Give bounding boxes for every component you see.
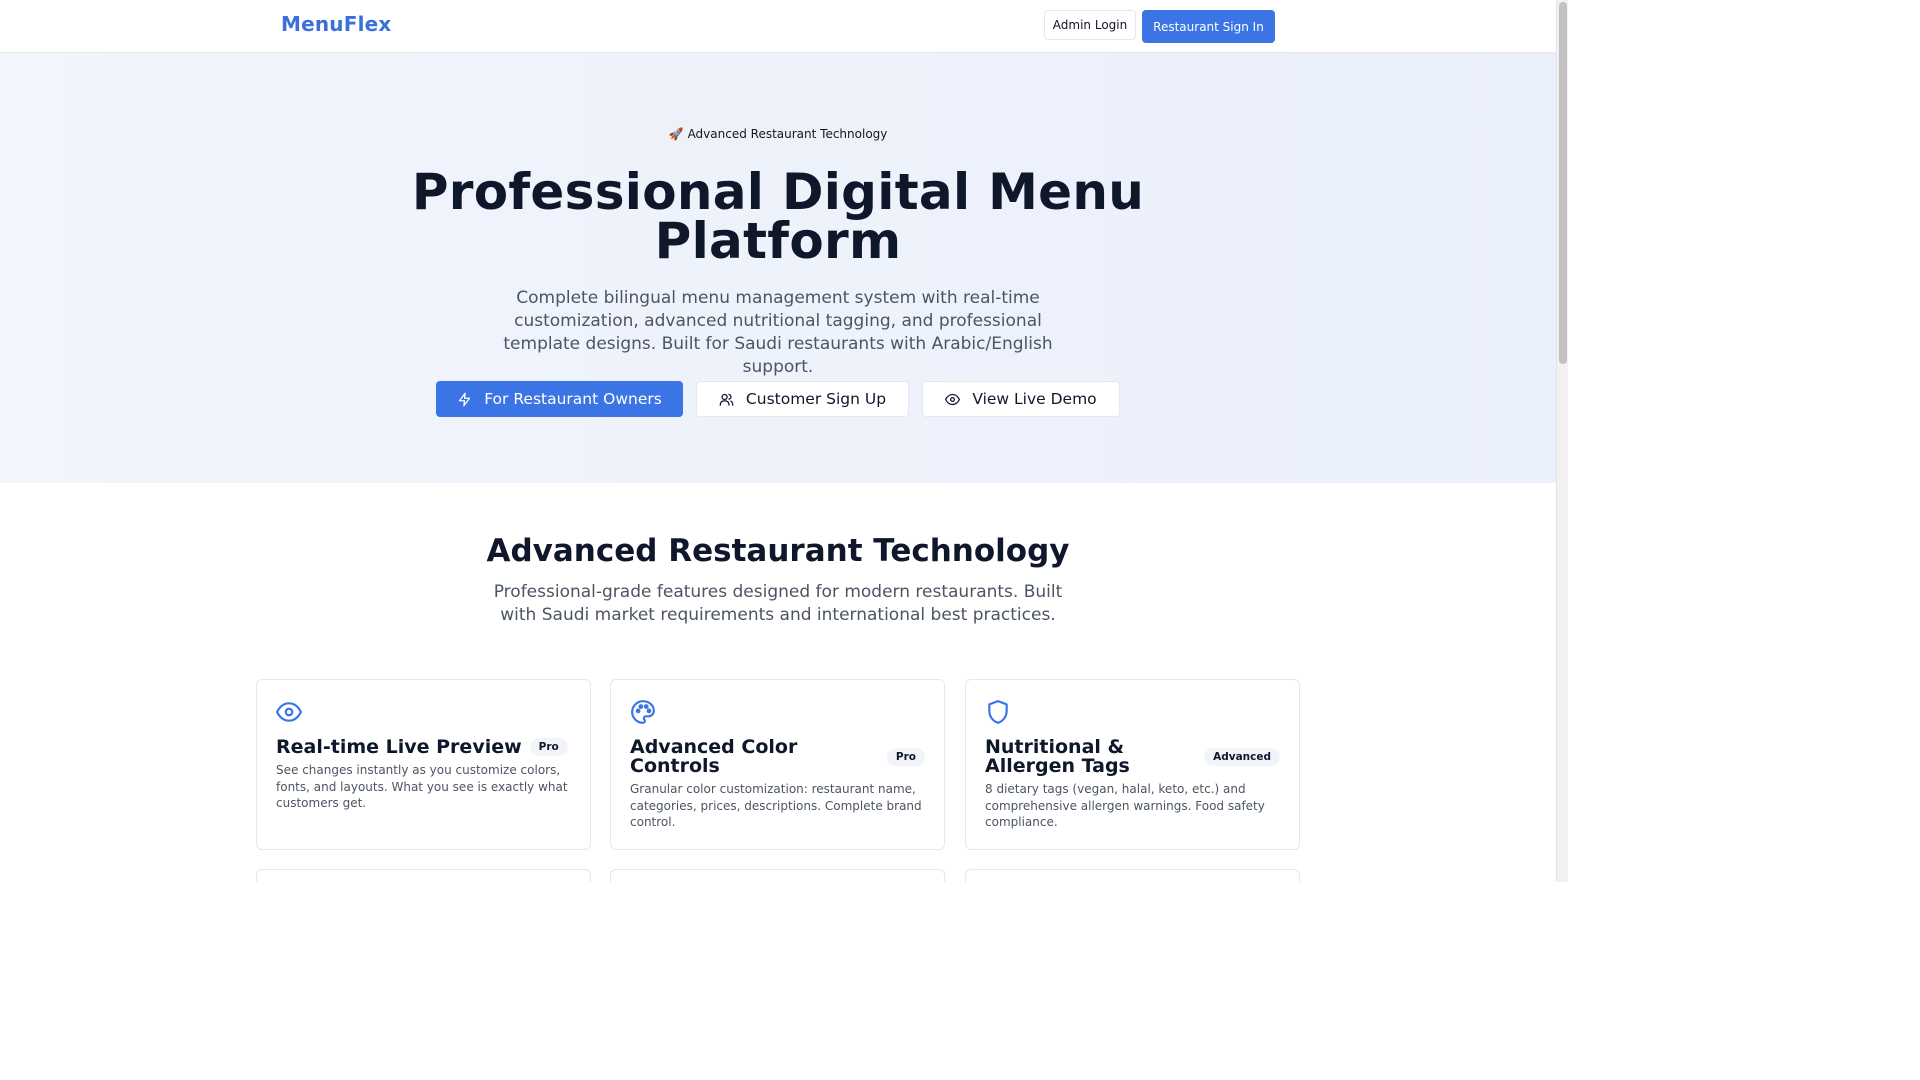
feature-badge: Advanced xyxy=(1204,748,1280,766)
restaurant-sign-in-button[interactable]: Restaurant Sign In xyxy=(1142,10,1275,43)
feature-card-title: Real-time Live Preview xyxy=(276,735,522,758)
users-icon xyxy=(719,393,734,406)
hero-title-line-2: Platform xyxy=(654,212,902,270)
view-live-demo-label: View Live Demo xyxy=(972,390,1097,408)
feature-card-partial xyxy=(610,869,945,882)
brand-logo[interactable]: MenuFlex xyxy=(281,12,392,36)
eye-icon xyxy=(945,393,961,405)
page-viewport: MenuFlex Admin Login Restaurant Sign In … xyxy=(0,0,1556,882)
scrollbar-thumb[interactable] xyxy=(1559,2,1567,364)
page-scrollbar[interactable] xyxy=(1556,0,1568,882)
feature-card-title: Nutritional & Allergen Tags xyxy=(985,736,1130,777)
feature-card-header: Advanced Color Controls Pro xyxy=(630,737,925,777)
feature-card-header: Nutritional & Allergen Tags Advanced xyxy=(985,737,1280,777)
hero-title: Professional Digital Menu Platform xyxy=(378,167,1178,266)
hero-subtitle: Complete bilingual menu management syste… xyxy=(503,288,1053,377)
feature-badge: Pro xyxy=(886,748,925,766)
feature-card-header: Real-time Live Preview Pro xyxy=(276,737,571,757)
feature-card-description: Granular color customization: restaurant… xyxy=(630,782,922,829)
feature-card-nutritional-tags: Nutritional & Allergen Tags Advanced 8 d… xyxy=(965,679,1300,850)
lightning-icon xyxy=(459,392,471,406)
rocket-icon: 🚀 xyxy=(668,126,684,141)
hero-tag-pill: 🚀 Advanced Restaurant Technology xyxy=(660,118,896,149)
features-subtitle: Professional-grade features designed for… xyxy=(493,582,1063,625)
features-heading: Advanced Restaurant Technology xyxy=(486,533,1070,569)
feature-card-description: 8 dietary tags (vegan, halal, keto, etc.… xyxy=(985,782,1265,829)
restaurant-owners-button[interactable]: For Restaurant Owners xyxy=(436,381,683,417)
customer-sign-up-button[interactable]: Customer Sign Up xyxy=(696,381,909,417)
feature-card-title: Advanced Color Controls xyxy=(630,736,798,777)
feature-card-partial xyxy=(256,869,591,882)
feature-card-description: See changes instantly as you customize c… xyxy=(276,763,568,810)
feature-card-color-controls: Advanced Color Controls Pro Granular col… xyxy=(610,679,945,850)
top-navigation: MenuFlex Admin Login Restaurant Sign In xyxy=(0,0,1556,53)
feature-card-partial xyxy=(965,869,1300,882)
shield-icon xyxy=(988,700,1008,724)
admin-login-button[interactable]: Admin Login xyxy=(1044,10,1136,40)
feature-badge: Pro xyxy=(529,738,568,756)
restaurant-owners-label: For Restaurant Owners xyxy=(484,390,662,408)
eye-icon xyxy=(276,702,302,722)
feature-card-live-preview: Real-time Live Preview Pro See changes i… xyxy=(256,679,591,850)
view-live-demo-button[interactable]: View Live Demo xyxy=(922,381,1120,417)
hero-tag-text: Advanced Restaurant Technology xyxy=(687,126,888,141)
palette-icon xyxy=(631,700,655,724)
customer-sign-up-label: Customer Sign Up xyxy=(745,390,887,408)
